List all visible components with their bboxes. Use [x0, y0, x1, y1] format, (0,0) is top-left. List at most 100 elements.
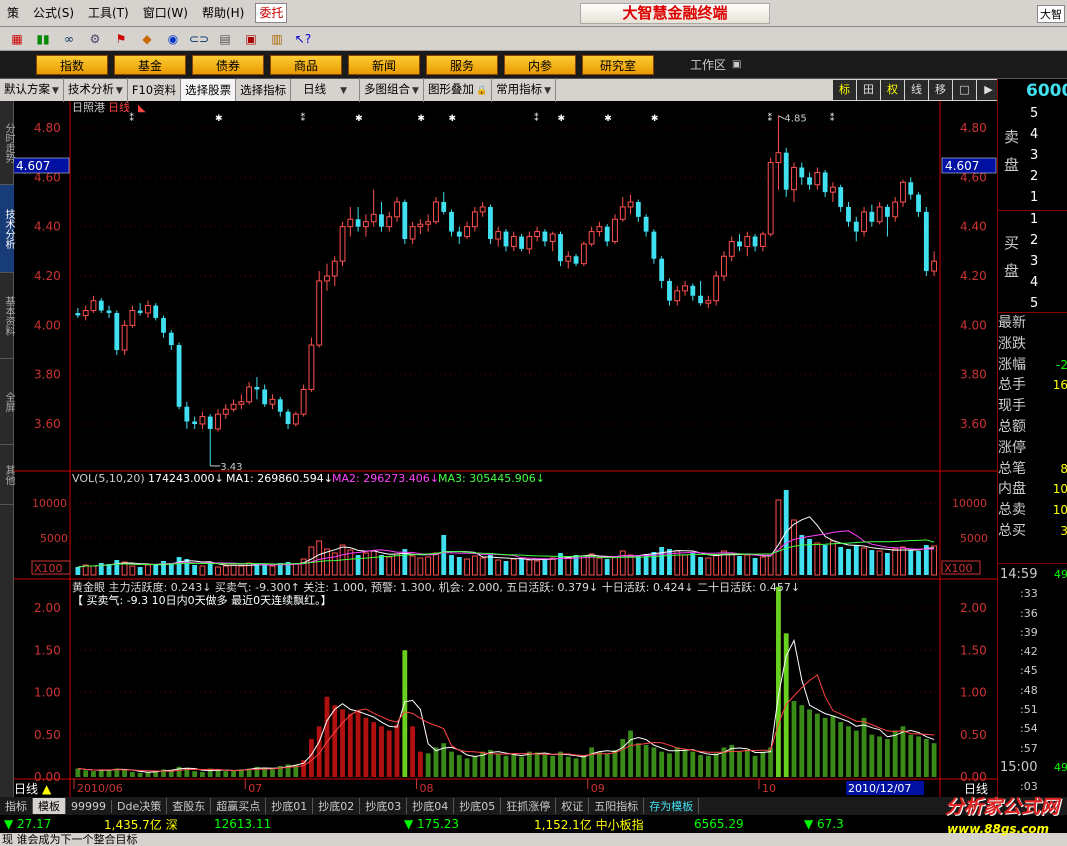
activity-bar	[799, 705, 805, 777]
indicator-tab[interactable]: 超赢买点	[211, 798, 267, 814]
event-marker-icon: ⁑	[830, 112, 835, 124]
binoculars-icon[interactable]: ∞	[58, 30, 80, 48]
activity-bar	[760, 751, 766, 777]
indicator-tab[interactable]: 抄底01	[266, 798, 314, 814]
tab-select-stock[interactable]: 选择股票	[181, 79, 237, 101]
activity-bar	[916, 736, 921, 777]
tab-tech-analysis[interactable]: 技术分析 ▼	[64, 78, 128, 102]
tab-overlay[interactable]: 图形叠加 🔒	[424, 78, 493, 102]
volume-bars	[70, 490, 940, 576]
left-tab-basic[interactable]: 基本资料	[0, 273, 14, 359]
candle-body	[285, 411, 291, 424]
volume-bar	[667, 549, 672, 575]
menu-window[interactable]: 窗口(W)	[136, 0, 195, 27]
indicator-tab[interactable]: 抄底04	[407, 798, 455, 814]
mark-button[interactable]: 标	[833, 80, 856, 100]
menu-strategy[interactable]: 策	[0, 0, 26, 27]
left-tab-other[interactable]: 其他	[0, 445, 14, 505]
tab-f10[interactable]: F10资料	[128, 79, 182, 101]
print-icon[interactable]: ▤	[214, 30, 236, 48]
candle-body	[331, 260, 338, 277]
indicator-tab[interactable]: 模板	[33, 798, 66, 814]
window-icon[interactable]: ▣	[240, 30, 262, 48]
candle-body	[324, 275, 330, 282]
tick-times: 14:59 49:33:36:39:42:45:48:51:54:57 15:00 4…	[1000, 565, 1067, 797]
indicator-tab[interactable]: 狂抓涨停	[501, 798, 557, 814]
menu-formula[interactable]: 公式(S)	[26, 0, 81, 27]
event-marker-icon: ✱	[604, 114, 612, 124]
left-tab-intraday[interactable]: 分时走势	[0, 101, 14, 185]
activity-bar	[472, 755, 478, 777]
diamond-icon[interactable]: ◆	[136, 30, 158, 48]
candles	[75, 115, 938, 467]
activity-tick-left: 0.50	[34, 728, 61, 742]
rights-button[interactable]: 权	[881, 80, 904, 100]
quote-field-row: 总买 3	[998, 521, 1067, 542]
volume-ma-line	[77, 516, 935, 568]
news-ticker[interactable]: 现 谁会成为下一个整合目标	[0, 833, 1067, 846]
tick-time: :57	[1020, 741, 1038, 755]
buy-level: 1	[1030, 212, 1039, 227]
books-icon[interactable]: ▥	[266, 30, 288, 48]
indicator-tab[interactable]: 抄底05	[454, 798, 502, 814]
window-button[interactable]: □	[953, 80, 976, 100]
move-button[interactable]: 移	[929, 80, 952, 100]
globe-icon[interactable]: ◉	[162, 30, 184, 48]
quote-field-value: 8	[1060, 461, 1067, 476]
quote-panel: 6000 卖盘 54321 买盘 12345 最新涨跌涨幅-2总手16现手总额涨…	[997, 79, 1067, 819]
grid-button[interactable]: 田	[857, 80, 880, 100]
nav-research[interactable]: 研究室	[582, 54, 654, 75]
line-button[interactable]: 线	[905, 80, 928, 100]
indicator-tab[interactable]: 存为模板	[644, 798, 700, 814]
indicator-tab[interactable]: 查股东	[167, 798, 212, 814]
menu-bar: 策 公式(S) 工具(T) 窗口(W) 帮助(H) 委托 大智慧金融终端 大智	[0, 0, 1067, 27]
volume-bar	[916, 551, 921, 575]
nav-neican[interactable]: 内参	[504, 54, 576, 75]
status-item: 6565.29	[694, 817, 744, 831]
nav-fund[interactable]: 基金	[114, 54, 186, 75]
indicator-tab[interactable]: 权证	[556, 798, 590, 814]
activity-bar	[215, 770, 221, 777]
sell-label: 卖盘	[1004, 128, 1020, 174]
grid-icon[interactable]: ▦	[6, 30, 28, 48]
bars-icon[interactable]: ▮▮	[32, 30, 54, 48]
tab-select-indicator[interactable]: 选择指标	[236, 79, 292, 101]
indicator-tab[interactable]: 五阳指标	[589, 798, 645, 814]
left-tab-fullscreen[interactable]: 全屏	[0, 359, 14, 445]
quote-field-row: 总额	[998, 417, 1067, 438]
nav-commodity[interactable]: 商品	[270, 54, 342, 75]
weituo-button[interactable]: 委托	[255, 3, 288, 23]
indicator-tab[interactable]: 99999	[66, 799, 112, 813]
nav-service[interactable]: 服务	[426, 54, 498, 75]
flag-icon[interactable]: ⚑	[110, 30, 132, 48]
workspace-dropdown-icon[interactable]: ▣	[732, 59, 741, 70]
tab-multi-chart[interactable]: 多图组合 ▼	[360, 78, 424, 102]
tick-row: 14:59 49	[1000, 565, 1067, 584]
indicator-tab[interactable]: 指标	[0, 798, 33, 814]
triangle-icon[interactable]: ▲	[42, 782, 52, 796]
candle-body	[549, 233, 556, 242]
nav-index[interactable]: 指数	[36, 54, 108, 75]
settings-icon[interactable]: ⚙	[84, 30, 106, 48]
nav-news[interactable]: 新闻	[348, 54, 420, 75]
volume-bar	[161, 561, 166, 575]
volume-bar	[698, 557, 704, 575]
tab-daily[interactable]: 日线 ▼	[291, 78, 361, 102]
left-tab-tech[interactable]: 技术分析	[0, 185, 14, 273]
indicator-tab[interactable]: 抄底03	[360, 798, 408, 814]
menu-tools[interactable]: 工具(T)	[81, 0, 136, 27]
tick-time: :33	[1020, 587, 1038, 601]
help-pointer-icon[interactable]: ↖?	[292, 30, 314, 48]
tick-price: 49	[1054, 760, 1067, 774]
indicator-tab[interactable]: Dde决策	[112, 798, 168, 814]
nav-bond[interactable]: 债券	[192, 54, 264, 75]
menu-help[interactable]: 帮助(H)	[195, 0, 251, 27]
chart-area[interactable]: 4.80 4.804.60 4.604.40 4.404.20 4.204.00 4.00…	[14, 101, 997, 797]
indicator-tab[interactable]: 抄底02	[313, 798, 361, 814]
tab-common-indicator[interactable]: 常用指标 ▼	[492, 78, 557, 102]
tab-default-scheme[interactable]: 默认方案 ▼	[0, 78, 64, 102]
tick-time: 14:59	[1000, 567, 1038, 582]
candle-body	[752, 236, 758, 247]
link-icon[interactable]: ⊂⊃	[188, 30, 210, 48]
workspace-label[interactable]: 工作区	[690, 56, 726, 73]
